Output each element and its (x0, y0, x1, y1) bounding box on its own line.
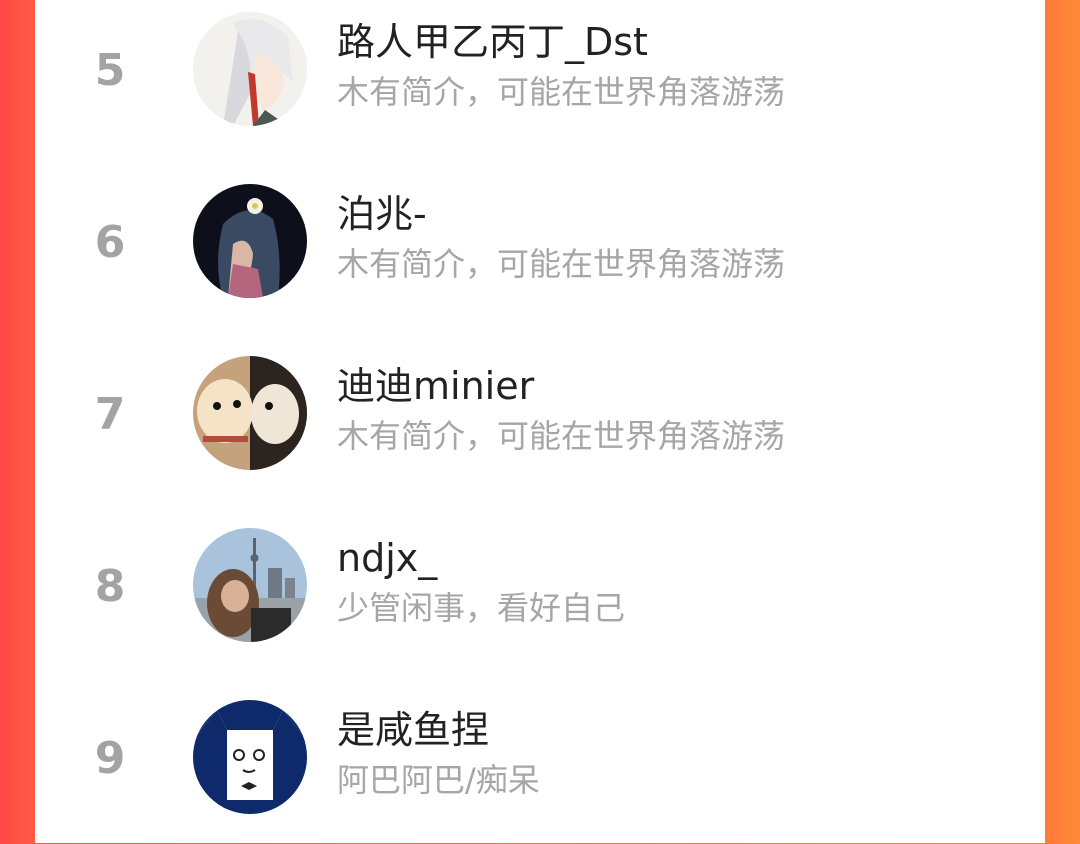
rank-number: 8 (94, 560, 126, 612)
shiba-dogs-avatar-icon[interactable] (193, 356, 307, 470)
list-item[interactable]: 9 是咸鱼捏 阿巴阿巴/痴呆 (35, 672, 1045, 844)
user-name: ndjx_ (337, 536, 438, 580)
list-item[interactable]: 8 ndjx_ 少管闲事，看好自己 (35, 500, 1045, 672)
user-bio: 木有简介，可能在世界角落游荡 (337, 245, 786, 283)
cartoon-cat-avatar-icon[interactable] (193, 700, 307, 814)
user-name: 是咸鱼捏 (337, 708, 490, 752)
city-selfie-avatar-icon[interactable] (193, 528, 307, 642)
user-bio: 木有简介，可能在世界角落游荡 (337, 417, 786, 455)
user-name: 路人甲乙丙丁_Dst (337, 20, 648, 64)
ranking-list: 5 路人甲乙丙丁_Dst 木有简介，可能在世界角落游荡 6 泊兆- 木有简介，可… (35, 0, 1045, 843)
rank-number: 9 (94, 732, 126, 784)
user-bio: 少管闲事，看好自己 (337, 589, 626, 627)
user-bio: 阿巴阿巴/痴呆 (337, 761, 540, 799)
user-bio: 木有简介，可能在世界角落游荡 (337, 73, 786, 111)
anime-white-hair-avatar-icon[interactable] (193, 12, 307, 126)
anime-girl-flower-avatar-icon[interactable] (193, 184, 307, 298)
user-name: 迪迪minier (337, 364, 535, 408)
list-item[interactable]: 6 泊兆- 木有简介，可能在世界角落游荡 (35, 156, 1045, 328)
list-item[interactable]: 7 迪迪minier 木有简介，可能在世界角落游荡 (35, 328, 1045, 500)
rank-number: 6 (94, 216, 126, 268)
list-item[interactable]: 5 路人甲乙丙丁_Dst 木有简介，可能在世界角落游荡 (35, 0, 1045, 156)
rank-number: 5 (94, 44, 126, 96)
rank-number: 7 (94, 388, 126, 440)
user-name: 泊兆- (337, 192, 427, 236)
